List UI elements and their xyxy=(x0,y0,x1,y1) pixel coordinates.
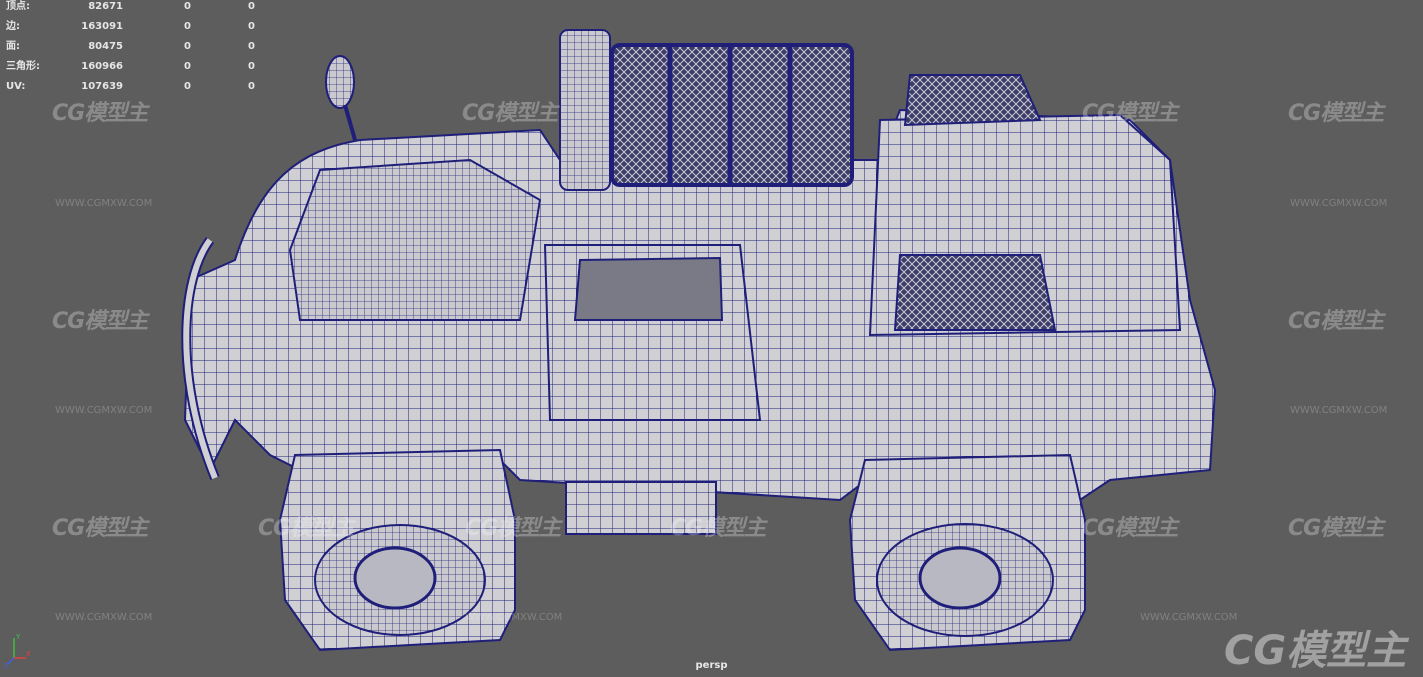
hud-value: 107639 xyxy=(81,81,123,92)
watermark-url: WWW.CGMXW.COM xyxy=(55,198,153,209)
watermark-logo: CG模型主 xyxy=(465,516,561,541)
hud-selected: 0 xyxy=(184,41,191,52)
cab-window xyxy=(573,256,724,321)
watermark-logo: CG模型主 xyxy=(258,516,354,541)
hud-label: 边: xyxy=(6,21,20,32)
hud-label: 顶点: xyxy=(6,1,30,12)
hud-row-uvs: UV: 107639 0 0 xyxy=(6,77,255,97)
hud-selected: 0 xyxy=(184,81,191,92)
hud-value: 82671 xyxy=(88,1,123,12)
watermark-logo: CG模型主 xyxy=(52,516,148,541)
hud-label: 三角形: xyxy=(6,61,40,72)
hud-extra: 0 xyxy=(248,21,255,32)
rear-roll-net xyxy=(903,74,1042,127)
hud-label: UV: xyxy=(6,81,26,92)
hud-extra: 0 xyxy=(248,1,255,12)
hud-extra: 0 xyxy=(248,81,255,92)
watermark-logo: CG模型主 xyxy=(1288,101,1384,126)
axis-y-label: Y xyxy=(15,633,21,641)
hud-label: 面: xyxy=(6,41,20,52)
hud-row-edges: 边: 163091 0 0 xyxy=(6,17,255,37)
watermark-url: WWW.CGMXW.COM xyxy=(55,405,153,416)
hud-selected: 0 xyxy=(184,61,191,72)
watermark-url: WWW.CGMXW.COM xyxy=(465,612,563,623)
vehicle-hood xyxy=(288,158,542,321)
side-mirror xyxy=(325,55,355,109)
hud-row-faces: 面: 80475 0 0 xyxy=(6,37,255,57)
camera-name-label: persp xyxy=(695,660,728,671)
maya-viewport[interactable]: CG模型主 CG模型主 CG模型主 CG模型主 CG模型主 CG模型主 CG模型… xyxy=(0,0,1423,677)
watermark-logo: CG模型主 xyxy=(1082,101,1178,126)
hud-selected: 0 xyxy=(184,21,191,32)
hud-value: 160966 xyxy=(81,61,123,72)
poly-count-hud: 顶点: 82671 0 0 边: 163091 0 0 面: 80475 0 0… xyxy=(6,0,255,97)
snorkel xyxy=(559,29,611,191)
watermark-logo: CG模型主 xyxy=(670,516,766,541)
hud-selected: 0 xyxy=(184,1,191,12)
hud-row-vertices: 顶点: 82671 0 0 xyxy=(6,0,255,17)
watermark-logo: CG模型主 xyxy=(462,101,558,126)
hud-extra: 0 xyxy=(248,41,255,52)
watermark-url: WWW.CGMXW.COM xyxy=(1290,198,1388,209)
rear-wheel xyxy=(848,453,1086,652)
axis-x-label: X xyxy=(26,650,31,658)
watermark-url: WWW.CGMXW.COM xyxy=(1290,405,1388,416)
hud-value: 163091 xyxy=(81,21,123,32)
hud-value: 80475 xyxy=(88,41,123,52)
hud-extra: 0 xyxy=(248,61,255,72)
vehicle-wireframe-model[interactable] xyxy=(0,0,1423,677)
watermark-logo: CG模型主 xyxy=(1082,516,1178,541)
watermark-logo: CG模型主 xyxy=(1288,516,1384,541)
watermark-url: WWW.CGMXW.COM xyxy=(55,612,153,623)
hud-row-triangles: 三角形: 160966 0 0 xyxy=(6,57,255,77)
watermark-logo: CG模型主 xyxy=(52,101,148,126)
bed-net-panel xyxy=(893,254,1057,331)
watermark-url: WWW.CGMXW.COM xyxy=(1140,612,1238,623)
watermark-logo: CG模型主 xyxy=(52,309,148,334)
watermark-logo: CG模型主 xyxy=(1288,309,1384,334)
